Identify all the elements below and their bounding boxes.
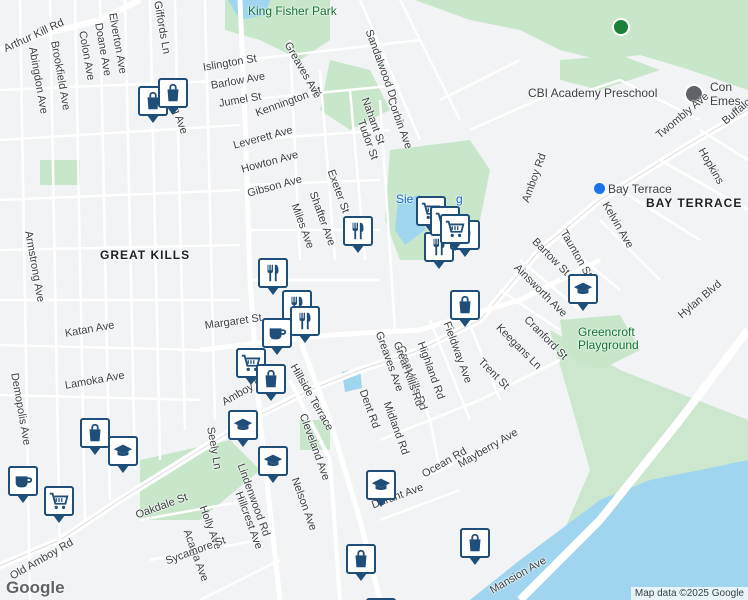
restaurant-marker-icon[interactable] xyxy=(440,214,470,251)
restaurant-marker-icon[interactable] xyxy=(343,216,373,253)
park-pin-icon[interactable] xyxy=(612,18,630,36)
restaurant-marker-icon[interactable] xyxy=(258,258,288,295)
grocery-marker-icon[interactable] xyxy=(44,486,74,523)
poi-label-preschool[interactable]: CBI Academy Preschool xyxy=(528,86,657,100)
restaurant-marker-icon[interactable] xyxy=(290,306,320,343)
shopping-marker-icon[interactable] xyxy=(256,364,286,401)
cafe-marker-icon[interactable] xyxy=(8,466,38,503)
school-marker-icon[interactable] xyxy=(108,436,138,473)
shopping-marker-icon[interactable] xyxy=(346,544,376,581)
shopping-marker-icon[interactable] xyxy=(460,528,490,565)
area-label-bay-terrace: BAY TERRACE xyxy=(646,196,743,210)
map-attribution[interactable]: Map data ©2025 Google xyxy=(630,587,748,600)
school-marker-icon[interactable] xyxy=(568,274,598,311)
poi-label-partial-left[interactable]: Sie xyxy=(396,192,413,206)
school-marker-icon[interactable] xyxy=(228,410,258,447)
poi-label-station[interactable]: Bay Terrace xyxy=(608,182,672,196)
school-marker-icon[interactable] xyxy=(366,470,396,507)
shopping-marker-icon[interactable] xyxy=(450,290,480,327)
area-label-great-kills: GREAT KILLS xyxy=(100,248,191,262)
school-marker-icon[interactable] xyxy=(258,446,288,483)
park-label-greencroft[interactable]: Greencroft Playground xyxy=(578,326,658,352)
google-logo: Google xyxy=(6,578,65,597)
park-label-king-fisher[interactable]: King Fisher Park xyxy=(248,4,337,18)
map-canvas[interactable]: GREAT KILLS BAY TERRACE King Fisher Park… xyxy=(0,0,748,600)
shopping-marker-icon[interactable] xyxy=(158,78,188,115)
poi-label-partial-right[interactable]: g xyxy=(456,192,463,206)
transit-station-icon[interactable] xyxy=(594,183,605,194)
cafe-marker-icon[interactable] xyxy=(262,318,292,355)
shopping-marker-icon[interactable] xyxy=(80,418,110,455)
